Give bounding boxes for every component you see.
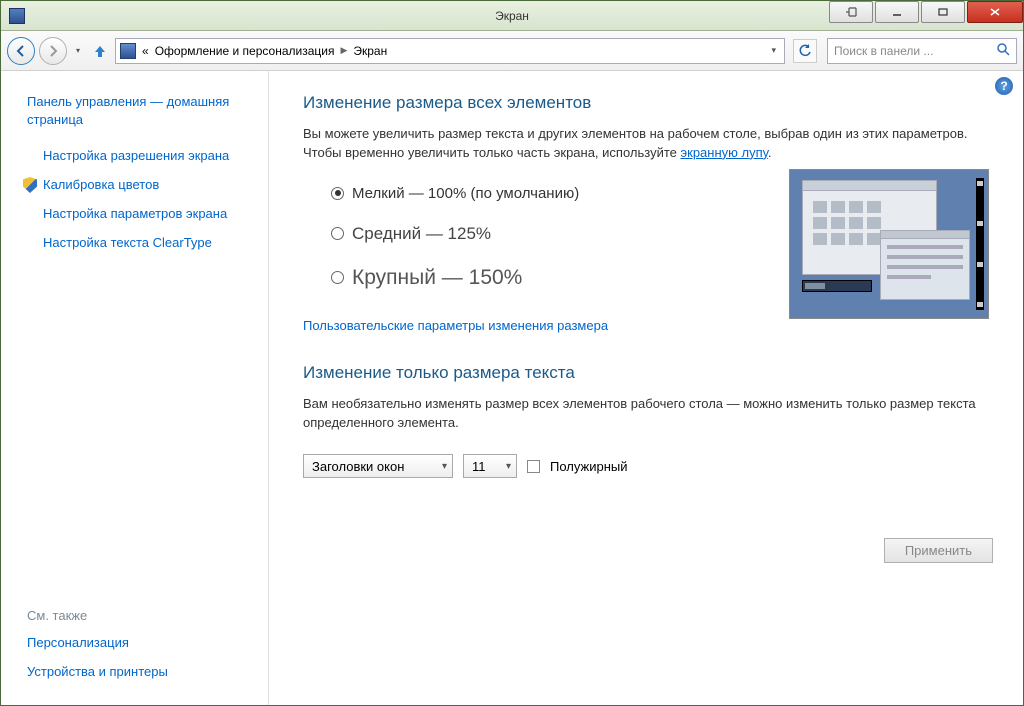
see-also-personalization[interactable]: Персонализация — [23, 629, 256, 658]
custom-sizing-link[interactable]: Пользовательские параметры изменения раз… — [303, 318, 608, 333]
radio-small-label: Мелкий — 100% (по умолчанию) — [352, 185, 579, 202]
sidebar: Панель управления — домашняя страница На… — [1, 71, 269, 705]
main-content: Изменение размера всех элементов Вы може… — [269, 71, 1023, 705]
search-input[interactable]: Поиск в панели ... — [827, 38, 1017, 64]
history-dropdown[interactable]: ▾ — [71, 46, 85, 55]
close-button[interactable] — [967, 1, 1023, 23]
radio-small-input[interactable] — [331, 187, 344, 200]
window: Экран ▾ « Оформление и персонализация ▶ … — [0, 0, 1024, 706]
location-icon — [120, 43, 136, 59]
up-button[interactable] — [89, 40, 111, 62]
minimize-button[interactable] — [875, 1, 919, 23]
back-button[interactable] — [7, 37, 35, 65]
font-size-select[interactable]: 11 — [463, 454, 517, 478]
preview-image — [789, 169, 989, 319]
radio-large-input[interactable] — [331, 271, 344, 284]
content-body: ? Панель управления — домашняя страница … — [1, 71, 1023, 705]
maximize-button[interactable] — [921, 1, 965, 23]
radio-medium-input[interactable] — [331, 227, 344, 240]
search-placeholder: Поиск в панели ... — [834, 44, 933, 58]
sidebar-link-cleartype[interactable]: Настройка текста ClearType — [23, 229, 256, 258]
radio-large-label: Крупный — 150% — [352, 266, 522, 290]
heading-resize-all: Изменение размера всех элементов — [303, 93, 993, 113]
breadcrumb-separator-icon: ▶ — [340, 45, 347, 56]
sidebar-link-resolution[interactable]: Настройка разрешения экрана — [23, 142, 256, 171]
sidebar-link-color-calibration[interactable]: Калибровка цветов — [23, 171, 256, 200]
address-bar[interactable]: « Оформление и персонализация ▶ Экран ▾ — [115, 38, 785, 64]
breadcrumb-prefix: « — [142, 44, 149, 58]
see-also-header: См. также — [23, 602, 256, 629]
intro-paragraph: Вы можете увеличить размер текста и друг… — [303, 125, 993, 163]
radio-medium-label: Средний — 125% — [352, 224, 491, 244]
search-icon — [996, 42, 1010, 59]
heading-text-only: Изменение только размера текста — [303, 363, 993, 383]
magnifier-link[interactable]: экранную лупу — [681, 145, 768, 160]
see-also-devices[interactable]: Устройства и принтеры — [23, 658, 256, 687]
element-select[interactable]: Заголовки окон — [303, 454, 453, 478]
breadcrumb-part2[interactable]: Экран — [353, 44, 387, 58]
app-icon — [9, 8, 25, 24]
forward-button[interactable] — [39, 37, 67, 65]
window-controls — [827, 1, 1023, 29]
navigation-toolbar: ▾ « Оформление и персонализация ▶ Экран … — [1, 31, 1023, 71]
breadcrumb-part1[interactable]: Оформление и персонализация — [155, 44, 335, 58]
refresh-button[interactable] — [793, 39, 817, 63]
apply-button[interactable]: Применить — [884, 538, 993, 563]
address-dropdown-icon[interactable]: ▾ — [767, 45, 780, 56]
window-help-button[interactable] — [829, 1, 873, 23]
window-title: Экран — [495, 9, 529, 23]
text-only-paragraph: Вам необязательно изменять размер всех э… — [303, 395, 993, 433]
bold-checkbox[interactable] — [527, 460, 540, 473]
control-panel-home-link[interactable]: Панель управления — домашняя страница — [23, 89, 256, 142]
titlebar: Экран — [1, 1, 1023, 31]
bold-label: Полужирный — [550, 459, 628, 474]
sidebar-link-display-settings[interactable]: Настройка параметров экрана — [23, 200, 256, 229]
